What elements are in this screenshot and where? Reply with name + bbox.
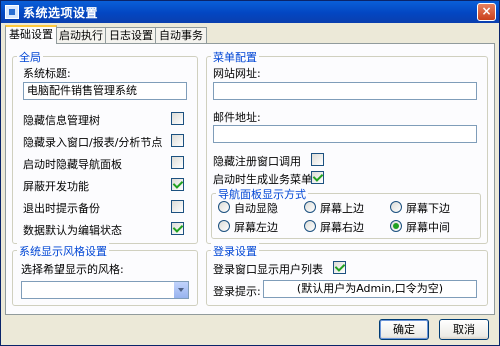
system-title-input[interactable]: 电脑配件销售管理系统 xyxy=(23,82,187,100)
title-bar[interactable]: 系统选项设置 × xyxy=(1,1,499,23)
radio-screen-right[interactable] xyxy=(304,220,316,232)
checkbox-block-dev[interactable] xyxy=(171,178,184,191)
tab-basic-settings[interactable]: 基础设置 xyxy=(5,25,57,44)
option-label-backup-prompt: 退出时提示备份 xyxy=(23,202,100,215)
tab-panel: 全局 系统标题: 电脑配件销售管理系统 隐藏信息管理树 隐藏录入窗口/报表/分析… xyxy=(5,43,495,315)
radio-label-screen-right: 屏幕右边 xyxy=(320,221,364,234)
ok-button[interactable]: 确定 xyxy=(379,319,429,340)
group-nav-display: 导航面板显示方式 自动显隐 屏幕上边 屏幕下边 屏幕左边 屏幕右边 屏幕中间 xyxy=(211,186,481,239)
options-dialog: 系统选项设置 × 基础设置 启动执行 日志设置 自动事务 全局 系统标题: 电脑… xyxy=(0,0,500,346)
gen-menu-label: 启动时生成业务菜单 xyxy=(213,173,312,186)
email-label: 邮件地址: xyxy=(213,111,261,124)
checkbox-backup-prompt[interactable] xyxy=(171,200,184,213)
checkbox-hide-info-tree[interactable] xyxy=(171,112,184,125)
close-icon: × xyxy=(481,4,492,18)
group-general-legend: 全局 xyxy=(17,49,43,65)
checkbox-show-users[interactable] xyxy=(333,261,346,274)
radio-label-auto-show: 自动显隐 xyxy=(234,202,278,215)
tab-startup[interactable]: 启动执行 xyxy=(55,27,107,43)
radio-screen-left[interactable] xyxy=(218,220,230,232)
group-display-style-legend: 系统显示风格设置 xyxy=(17,243,109,259)
app-icon xyxy=(5,5,19,19)
website-label: 网站网址: xyxy=(213,67,261,80)
window-title: 系统选项设置 xyxy=(23,6,99,20)
login-prompt-label: 登录提示: xyxy=(213,285,261,298)
radio-label-screen-left: 屏幕左边 xyxy=(234,221,278,234)
close-button[interactable]: × xyxy=(477,3,496,21)
show-users-label: 登录窗口显示用户列表 xyxy=(213,263,323,276)
checkbox-default-edit[interactable] xyxy=(171,222,184,235)
style-select-label: 选择希望显示的风格: xyxy=(21,263,124,276)
system-title-label: 系统标题: xyxy=(23,67,71,80)
radio-screen-center[interactable] xyxy=(390,220,402,232)
tab-log-settings[interactable]: 日志设置 xyxy=(105,27,157,43)
option-label-hide-info-tree: 隐藏信息管理树 xyxy=(23,114,100,127)
radio-screen-top[interactable] xyxy=(304,201,316,213)
radio-label-screen-top: 屏幕上边 xyxy=(320,202,364,215)
checkbox-hide-entry-nodes[interactable] xyxy=(171,134,184,147)
tab-auto-tasks[interactable]: 自动事务 xyxy=(155,27,207,43)
group-general: 全局 系统标题: 电脑配件销售管理系统 隐藏信息管理树 隐藏录入窗口/报表/分析… xyxy=(12,49,198,244)
option-label-hide-entry-nodes: 隐藏录入窗口/报表/分析节点 xyxy=(23,136,163,149)
group-login-legend: 登录设置 xyxy=(211,243,259,259)
group-menu-config: 菜单配置 网站网址: 邮件地址: 隐藏注册窗口调用 启动时生成业务菜单 导航面板… xyxy=(206,49,488,244)
group-display-style: 系统显示风格设置 选择希望显示的风格: xyxy=(12,243,198,306)
hide-register-label: 隐藏注册窗口调用 xyxy=(213,155,301,168)
chevron-down-icon[interactable] xyxy=(173,282,188,298)
radio-label-screen-bottom: 屏幕下边 xyxy=(406,202,450,215)
checkbox-hide-nav-panel[interactable] xyxy=(171,156,184,169)
checkbox-gen-menu[interactable] xyxy=(311,171,324,184)
group-menu-config-legend: 菜单配置 xyxy=(211,49,259,65)
style-select[interactable] xyxy=(21,281,189,299)
option-label-hide-nav-panel: 启动时隐藏导航面板 xyxy=(23,158,122,171)
cancel-button[interactable]: 取消 xyxy=(439,319,489,340)
option-label-block-dev: 屏蔽开发功能 xyxy=(23,180,89,193)
checkbox-hide-register[interactable] xyxy=(311,153,324,166)
group-login: 登录设置 登录窗口显示用户列表 登录提示: (默认用户为Admin,口令为空) xyxy=(206,243,488,306)
radio-screen-bottom[interactable] xyxy=(390,201,402,213)
login-prompt-input[interactable]: (默认用户为Admin,口令为空) xyxy=(263,280,477,298)
website-input[interactable] xyxy=(213,82,477,100)
option-label-default-edit: 数据默认为编辑状态 xyxy=(23,224,122,237)
email-input[interactable] xyxy=(213,125,477,143)
radio-auto-show[interactable] xyxy=(218,201,230,213)
radio-label-screen-center: 屏幕中间 xyxy=(406,221,450,234)
